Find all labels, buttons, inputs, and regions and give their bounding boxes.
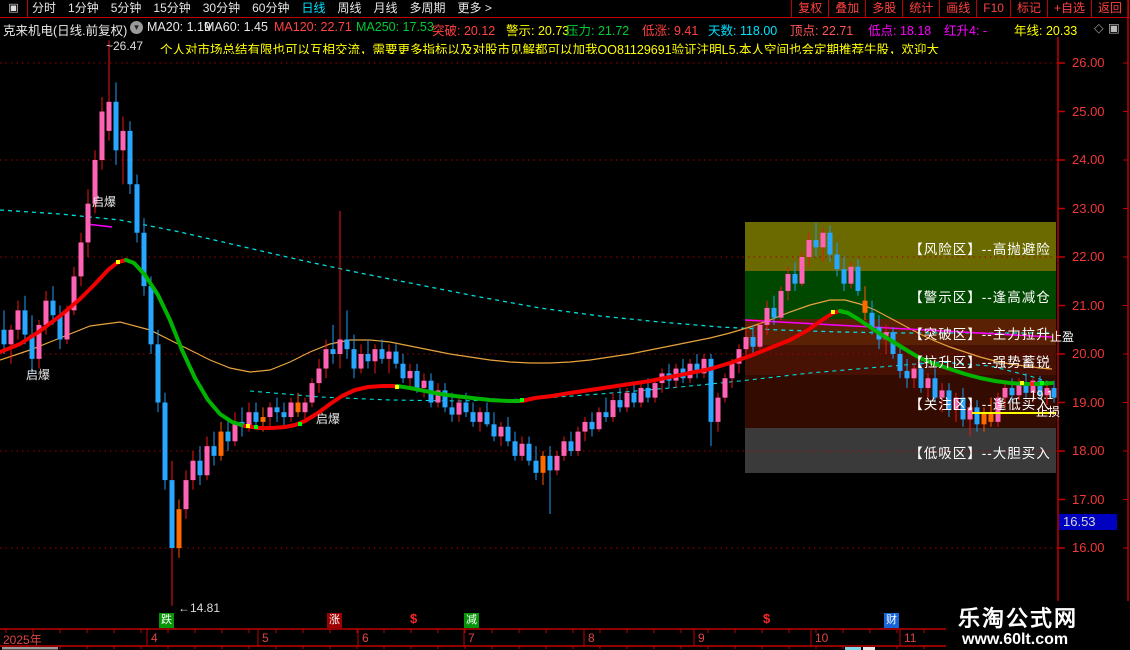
watermark-site-name: 乐淘公式网 [958, 606, 1079, 631]
zone-label-4: 【拉升区】--强势蓄锐 [909, 355, 1051, 370]
price-axis-label: 20.00 [1072, 346, 1105, 361]
current-price-tag: 16.53 [1059, 514, 1117, 531]
time-axis-year-label: 2025年 [3, 633, 42, 647]
price-axis-label: 22.00 [1072, 249, 1105, 264]
scrolling-ad-text: 个人对市场总结有限也可以互相交流，需要更多指标以及对股市见解都可以加我QQ811… [160, 43, 940, 54]
watermark-site-url: www.60lt.com [962, 631, 1069, 648]
price-axis-label: 17.00 [1072, 491, 1105, 507]
price-axis-label: 24.00 [1072, 152, 1105, 167]
zone-label-1: 【风险区】--高抛避险 [909, 241, 1051, 257]
zone-label-6: 【低吸区】--大胆买入 [909, 445, 1051, 461]
time-axis-month-label: 11 [904, 631, 917, 645]
price-axis-label: 23.00 [1072, 200, 1105, 216]
time-axis-month-label: 9 [698, 631, 705, 645]
price-axis-label: 21.00 [1072, 297, 1105, 313]
price-axis-label: 16.00 [1072, 540, 1105, 555]
event-marker-跌: 跌 [159, 613, 174, 628]
price-axis-label: 18.00 [1072, 443, 1105, 458]
price-axis-label: 25.00 [1072, 103, 1105, 119]
chart-annotation: ~26.47 [106, 39, 144, 53]
chart-annotation: 止盈 [1050, 330, 1075, 344]
time-axis-month-label: 5 [262, 631, 269, 645]
watermark: 乐淘公式网 www.60lt.com [948, 601, 1130, 650]
time-axis-month-label: 10 [815, 631, 829, 645]
event-marker-$: $ [763, 611, 771, 626]
trading-app-window: ▣ 分时 1分钟 5分钟 15分钟 30分钟 60分钟 日线 周线 月线 多周期 更多 > 复权 叠加… [0, 0, 1130, 650]
chart-annotation: 19.1 [1030, 388, 1054, 402]
chart-annotation: 启爆 [316, 412, 341, 426]
chart-annotation: 止损 [1036, 405, 1061, 419]
event-marker-减: 减 [464, 613, 479, 628]
time-axis-month-label: 4 [151, 631, 158, 645]
time-axis-month-label: 7 [468, 631, 475, 645]
event-marker-$: $ [410, 611, 418, 626]
chart-annotation: 启爆 [92, 195, 117, 209]
time-axis-month-label: 8 [588, 631, 595, 645]
time-axis-month-label: 6 [362, 631, 369, 645]
price-axis-label: 19.00 [1072, 394, 1105, 410]
chart-annotation: 启爆 [26, 368, 51, 382]
chart-annotation: ←14.81 [178, 601, 221, 615]
event-marker-财: 财 [884, 613, 899, 628]
price-axis-label: 26.00 [1072, 55, 1105, 70]
event-marker-涨: 涨 [327, 613, 342, 628]
zone-label-2: 【警示区】--逢高减仓 [909, 290, 1051, 305]
